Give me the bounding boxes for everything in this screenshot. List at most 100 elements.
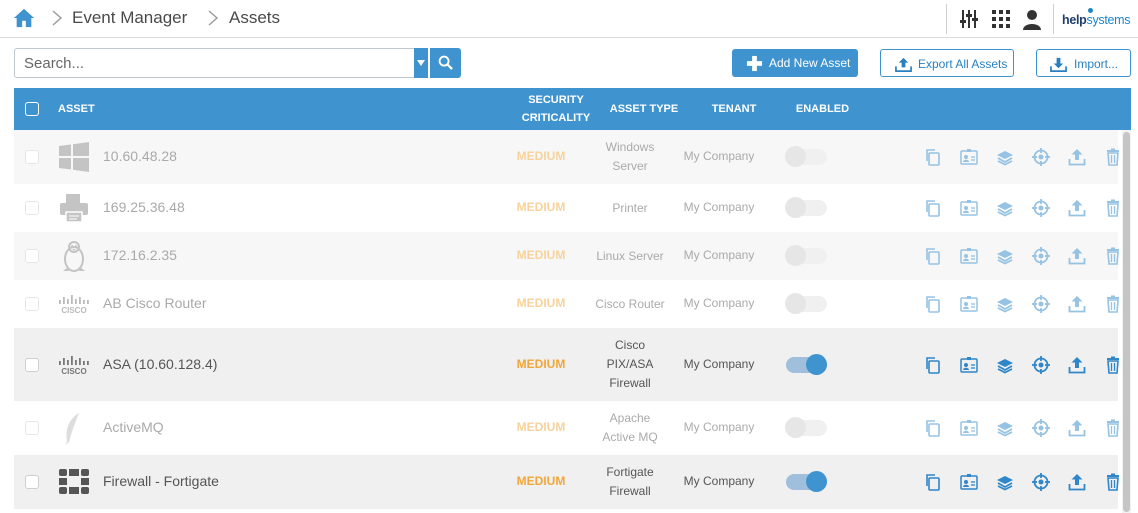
id-card-icon[interactable]: [960, 199, 978, 217]
row-checkbox[interactable]: [25, 297, 39, 311]
plus-icon: [746, 55, 763, 72]
column-header-enabled[interactable]: ENABLED: [785, 103, 860, 115]
layers-icon[interactable]: [996, 295, 1014, 313]
asset-name[interactable]: Firewall - Fortigate: [103, 473, 219, 489]
table-row[interactable]: 172.16.2.35 MEDIUM Linux Server My Company: [14, 232, 1119, 280]
target-icon[interactable]: [1032, 355, 1050, 374]
add-new-asset-button[interactable]: Add New Asset: [732, 49, 858, 77]
asset-name[interactable]: ASA (10.60.128.4): [103, 356, 217, 372]
export-all-assets-button[interactable]: Export All Assets: [880, 49, 1014, 77]
upload-icon[interactable]: [1068, 247, 1086, 265]
upload-icon[interactable]: [1068, 148, 1086, 166]
enabled-toggle[interactable]: [785, 417, 827, 438]
enabled-toggle[interactable]: [786, 471, 827, 492]
upload-icon[interactable]: [1068, 473, 1086, 491]
id-card-icon[interactable]: [960, 295, 978, 313]
select-all-checkbox[interactable]: [25, 102, 39, 116]
caret-down-icon: [417, 60, 425, 66]
scrollbar-thumb[interactable]: [1123, 132, 1130, 512]
row-checkbox[interactable]: [25, 357, 39, 372]
asset-type: Windows Server: [594, 138, 666, 176]
row-checkbox[interactable]: [25, 421, 39, 435]
column-header-criticality-line1[interactable]: SECURITY: [518, 94, 594, 106]
upload-icon[interactable]: [1068, 356, 1086, 374]
upload-icon[interactable]: [1068, 419, 1086, 437]
breadcrumb-event-manager[interactable]: Event Manager: [72, 8, 187, 28]
table-row[interactable]: CISCO ASA (10.60.128.4) MEDIUM Cisco PIX/ASA…: [14, 328, 1119, 401]
id-card-icon[interactable]: [960, 473, 978, 491]
table-header: ASSET SECURITY CRITICALITY ASSET TYPE TE…: [14, 88, 1131, 130]
column-header-tenant[interactable]: TENANT: [694, 103, 774, 115]
enabled-toggle[interactable]: [785, 197, 827, 218]
asset-name[interactable]: 169.25.36.48: [103, 199, 185, 215]
copy-icon[interactable]: [924, 473, 942, 491]
id-card-icon[interactable]: [960, 148, 978, 166]
row-checkbox[interactable]: [25, 201, 39, 215]
target-icon[interactable]: [1032, 473, 1050, 491]
layers-icon[interactable]: [996, 419, 1014, 437]
copy-icon[interactable]: [924, 419, 942, 437]
trash-icon[interactable]: [1104, 473, 1122, 491]
table-row[interactable]: Firewall - Fortigate MEDIUM Fortigate Firew…: [14, 455, 1119, 509]
sliders-icon[interactable]: [958, 8, 980, 30]
layers-icon[interactable]: [996, 148, 1014, 166]
copy-icon[interactable]: [924, 295, 942, 313]
tenant-name: My Company: [683, 420, 755, 434]
id-card-icon[interactable]: [960, 247, 978, 265]
table-row[interactable]: ActiveMQ MEDIUM Apache Active MQ My Company: [14, 401, 1119, 455]
table-row[interactable]: 169.25.36.48 MEDIUM Printer My Company: [14, 184, 1119, 232]
trash-icon[interactable]: [1104, 295, 1122, 313]
asset-name[interactable]: 10.60.48.28: [103, 148, 177, 164]
apps-grid-icon[interactable]: [990, 8, 1012, 30]
search-button[interactable]: [430, 48, 461, 78]
trash-icon[interactable]: [1104, 356, 1122, 374]
layers-icon[interactable]: [996, 247, 1014, 265]
row-checkbox[interactable]: [25, 150, 39, 164]
asset-name[interactable]: ActiveMQ: [103, 419, 164, 435]
enabled-toggle[interactable]: [786, 353, 827, 375]
enabled-toggle[interactable]: [785, 146, 827, 167]
scrollbar[interactable]: [1122, 130, 1131, 513]
upload-icon[interactable]: [1068, 295, 1086, 313]
breadcrumb-assets: Assets: [229, 8, 281, 27]
copy-icon[interactable]: [924, 199, 942, 217]
user-icon[interactable]: [1021, 8, 1043, 30]
asset-name[interactable]: AB Cisco Router: [103, 295, 206, 311]
enabled-toggle[interactable]: [785, 293, 827, 314]
trash-icon[interactable]: [1104, 247, 1122, 265]
column-header-asset-type[interactable]: ASSET TYPE: [604, 103, 684, 115]
home-icon[interactable]: [13, 7, 35, 29]
tenant-name: My Company: [683, 356, 755, 371]
trash-icon[interactable]: [1104, 148, 1122, 166]
trash-icon[interactable]: [1104, 419, 1122, 437]
copy-icon[interactable]: [924, 356, 942, 374]
column-header-criticality-line2[interactable]: CRITICALITY: [518, 112, 594, 124]
id-card-icon[interactable]: [960, 356, 978, 374]
layers-icon[interactable]: [996, 199, 1014, 217]
copy-icon[interactable]: [924, 148, 942, 166]
copy-icon[interactable]: [924, 247, 942, 265]
asset-name[interactable]: 172.16.2.35: [103, 247, 177, 263]
target-icon[interactable]: [1032, 295, 1050, 313]
table-row[interactable]: CISCO AB Cisco Router MEDIUM Cisco Router My…: [14, 280, 1119, 328]
upload-icon[interactable]: [1068, 199, 1086, 217]
target-icon[interactable]: [1032, 148, 1050, 166]
target-icon[interactable]: [1032, 199, 1050, 217]
import-button[interactable]: Import...: [1036, 49, 1131, 77]
id-card-icon[interactable]: [960, 419, 978, 437]
search-options-dropdown[interactable]: [414, 48, 428, 78]
table-row[interactable]: 10.60.48.28 MEDIUM Windows Server My Company: [14, 130, 1119, 184]
layers-icon[interactable]: [996, 356, 1014, 374]
search-input[interactable]: [14, 48, 414, 78]
layers-icon[interactable]: [996, 473, 1014, 491]
asset-type-line: Cisco Router: [595, 296, 665, 311]
enabled-toggle[interactable]: [785, 245, 827, 266]
row-checkbox[interactable]: [25, 475, 39, 489]
column-header-asset[interactable]: ASSET: [58, 103, 95, 115]
asset-type: Cisco PIX/ASA Firewall: [594, 336, 666, 393]
security-criticality-badge: MEDIUM: [516, 248, 566, 262]
target-icon[interactable]: [1032, 419, 1050, 437]
target-icon[interactable]: [1032, 247, 1050, 265]
trash-icon[interactable]: [1104, 199, 1122, 217]
row-checkbox[interactable]: [25, 249, 39, 263]
